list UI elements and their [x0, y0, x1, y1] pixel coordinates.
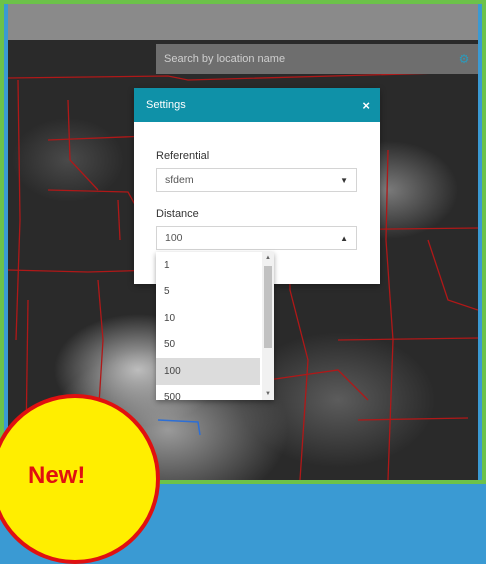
dropdown-scrollbar[interactable]: ▲ ▼: [262, 252, 274, 400]
chevron-down-icon: ▼: [340, 175, 348, 185]
dropdown-option[interactable]: 10: [156, 305, 260, 332]
referential-label: Referential: [156, 150, 210, 162]
dialog-title: Settings: [146, 99, 186, 111]
scroll-down-icon[interactable]: ▼: [262, 388, 274, 400]
dialog-header: Settings ×: [134, 88, 380, 122]
top-bar: [8, 4, 478, 40]
close-icon[interactable]: ×: [362, 98, 370, 113]
dropdown-option[interactable]: 50: [156, 332, 260, 359]
scrollbar-thumb[interactable]: [264, 266, 272, 348]
new-badge-text: New!: [28, 462, 86, 489]
chevron-up-icon: ▲: [340, 233, 348, 243]
distance-value: 100: [165, 232, 183, 244]
search-input[interactable]: [162, 52, 458, 66]
search-bar: ⚙: [156, 44, 478, 74]
dropdown-option[interactable]: 5: [156, 279, 260, 306]
dropdown-option-selected[interactable]: 100: [156, 358, 260, 385]
distance-dropdown: 1 5 10 50 100 500 ▲ ▼: [156, 252, 274, 400]
referential-select[interactable]: sfdem ▼: [156, 168, 357, 192]
dropdown-option[interactable]: 1: [156, 252, 260, 279]
gear-icon[interactable]: ⚙: [458, 52, 470, 66]
distance-label: Distance: [156, 208, 199, 220]
referential-value: sfdem: [165, 174, 194, 186]
scroll-up-icon[interactable]: ▲: [262, 252, 274, 264]
distance-select[interactable]: 100 ▲: [156, 226, 357, 250]
dropdown-option[interactable]: 500: [156, 385, 260, 400]
